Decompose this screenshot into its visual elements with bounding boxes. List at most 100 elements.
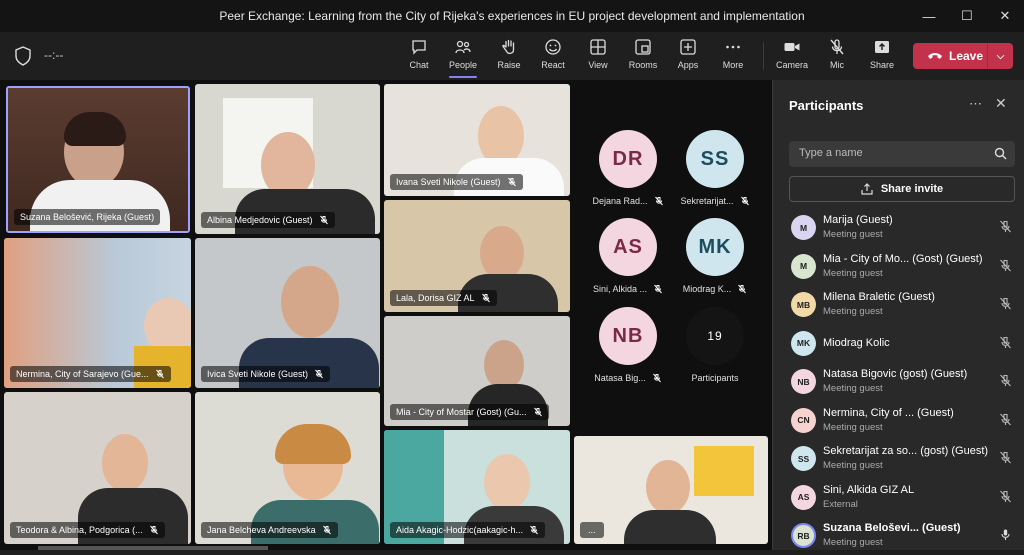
participant-row[interactable]: M Marija (Guest) Meeting guest (773, 208, 1024, 247)
search-icon (994, 147, 1007, 160)
participant-video (478, 106, 524, 166)
overflow-label: Participants (691, 373, 739, 383)
participant-video (484, 454, 530, 510)
people-label: People (448, 60, 478, 70)
participant-video (281, 266, 339, 338)
avatar: M (791, 215, 816, 240)
participant-video (64, 112, 126, 146)
view-button[interactable]: View (576, 38, 620, 76)
chat-button[interactable]: Chat (397, 38, 441, 76)
people-button[interactable]: People (441, 38, 485, 78)
participant-name: Miodrag Kolic (823, 336, 890, 349)
video-tile[interactable]: Ivana Sveti Nikole (Guest) (384, 84, 570, 196)
apps-button[interactable]: Apps (666, 38, 710, 76)
mic-off-icon (1000, 490, 1011, 502)
tile-name-label: Ivica Sveti Nikole (Guest) (201, 366, 331, 382)
participant-video (484, 340, 524, 390)
avatar-caption: Dejana Rad... (592, 196, 663, 206)
participant-row[interactable]: MB Milena Braletic (Guest) Meeting guest (773, 285, 1024, 324)
share-button[interactable]: Share (860, 38, 904, 76)
avatar: DR (599, 130, 657, 188)
tile-name-label: Suzana Belošević, Rijeka (Guest) (14, 209, 161, 225)
minimize-icon[interactable]: — (910, 0, 948, 32)
share-icon (875, 41, 889, 53)
participant-name: Sekretarijat za so... (gost) (Guest) (823, 445, 989, 457)
chevron-down-icon[interactable]: ⌵ (987, 43, 1013, 69)
mic-off-icon (1000, 220, 1011, 233)
video-tile[interactable]: Aida Akagic-Hodzic(aakagic-h... (384, 430, 570, 544)
overflow-participants-button[interactable]: 19 Participants (670, 307, 760, 397)
participant-video (275, 424, 351, 464)
avatar-tile[interactable]: DR Dejana Rad... (583, 130, 673, 220)
mic-off-icon (319, 215, 328, 225)
avatar-tile[interactable]: MK Miodrag K... (670, 218, 760, 308)
close-icon[interactable]: ✕ (995, 95, 1007, 112)
participant-video (646, 460, 690, 514)
participant-role: Meeting guest (823, 229, 883, 240)
participant-row[interactable]: NB Natasa Bigovic (gost) (Guest) Meeting… (773, 362, 1024, 401)
participant-row[interactable]: RB Suzana Beloševi... (Guest) Meeting gu… (773, 516, 1024, 555)
tile-name-label: Teodora & Albina, Podgorica (... (10, 522, 165, 538)
video-tile[interactable]: Jana Belcheva Andreevska (195, 392, 380, 544)
close-window-icon[interactable]: ✕ (986, 0, 1024, 32)
participant-video (480, 226, 524, 280)
avatar-tile[interactable]: NB Natasa Big... (583, 307, 673, 397)
rooms-label: Rooms (628, 60, 658, 70)
avatar: MK (686, 218, 744, 276)
video-tile[interactable]: Nermina, City of Sarajevo (Gue... (4, 238, 191, 388)
leave-button[interactable]: Leave ⌵ (913, 43, 1013, 69)
video-tile[interactable]: Suzana Belošević, Rijeka (Guest) (6, 86, 190, 233)
mic-off-icon (1000, 451, 1011, 464)
meeting-toolbar: --:-- Chat People Raise React View Rooms… (0, 32, 1024, 80)
participant-name: Milena Braletic (Guest) (823, 291, 935, 303)
tile-name-label: Jana Belcheva Andreevska (201, 522, 338, 538)
participant-name: Nermina, City of ... (Guest) (823, 406, 954, 419)
camera-button[interactable]: Camera (770, 38, 814, 76)
participant-name: Suzana Beloševi... (Guest) (823, 522, 961, 534)
participant-row[interactable]: AS Sini, Alkida GIZ AL External (773, 478, 1024, 517)
avatar-caption: Sekretarijat... (680, 196, 749, 206)
raise-hand-icon (502, 39, 515, 54)
mic-button[interactable]: Mic (815, 38, 859, 76)
video-tile[interactable]: ... (574, 436, 768, 544)
participant-row[interactable]: M Mia - City of Mo... (Gost) (Guest) Mee… (773, 247, 1024, 286)
video-tile[interactable]: Teodora & Albina, Podgorica (... (4, 392, 191, 544)
mic-off-icon (654, 284, 662, 294)
mic-off-icon (738, 284, 747, 294)
participant-role: Meeting guest (823, 421, 883, 433)
participant-role: Meeting guest (823, 460, 883, 471)
participants-panel: Participants ⋯ ✕ Type a name Share invit… (772, 80, 1024, 550)
participant-video (30, 180, 170, 231)
participant-row[interactable]: SS Sekretarijat za so... (gost) (Guest) … (773, 439, 1024, 478)
avatar-tile[interactable]: SS Sekretarijat... (670, 130, 760, 220)
more-options-icon[interactable]: ⋯ (969, 96, 982, 112)
rooms-button[interactable]: Rooms (621, 38, 665, 76)
avatar: SS (791, 446, 816, 471)
leave-label: Leave (949, 49, 984, 63)
video-tile[interactable]: Ivica Sveti Nikole (Guest) (195, 238, 380, 388)
participant-row[interactable]: MK Miodrag Kolic (773, 324, 1024, 363)
video-tile[interactable]: Mia - City of Mostar (Gost) (Gu... (384, 316, 570, 426)
raise-button[interactable]: Raise (487, 38, 531, 76)
maximize-icon[interactable]: ☐ (948, 0, 986, 32)
tile-name-label: Ivana Sveti Nikole (Guest) (390, 174, 523, 190)
mic-off-icon (507, 177, 516, 187)
participant-video (102, 434, 148, 492)
shield-icon (15, 46, 31, 66)
tile-more-button[interactable]: ... (580, 522, 604, 538)
react-button[interactable]: React (531, 38, 575, 76)
video-tile[interactable]: Albina Medjedovic (Guest) (195, 84, 380, 234)
share-invite-icon (861, 183, 873, 195)
avatar-tile[interactable]: AS Sini, Alkida ... (583, 218, 673, 308)
participant-row[interactable]: CN Nermina, City of ... (Guest) Meeting … (773, 401, 1024, 440)
share-invite-button[interactable]: Share invite (789, 176, 1015, 202)
avatar-caption: Natasa Big... (594, 373, 662, 383)
tile-name-label: Nermina, City of Sarajevo (Gue... (10, 366, 171, 382)
video-tile[interactable]: Lala, Dorisa GIZ AL (384, 200, 570, 312)
search-input[interactable]: Type a name (789, 141, 1015, 167)
mic-off-icon (1000, 374, 1011, 387)
video-stage: Suzana Belošević, Rijeka (Guest) Albina … (0, 80, 772, 550)
participant-name: Natasa Bigovic (gost) (Guest) (823, 368, 968, 380)
rooms-icon (635, 39, 651, 55)
more-button[interactable]: More (711, 38, 755, 76)
